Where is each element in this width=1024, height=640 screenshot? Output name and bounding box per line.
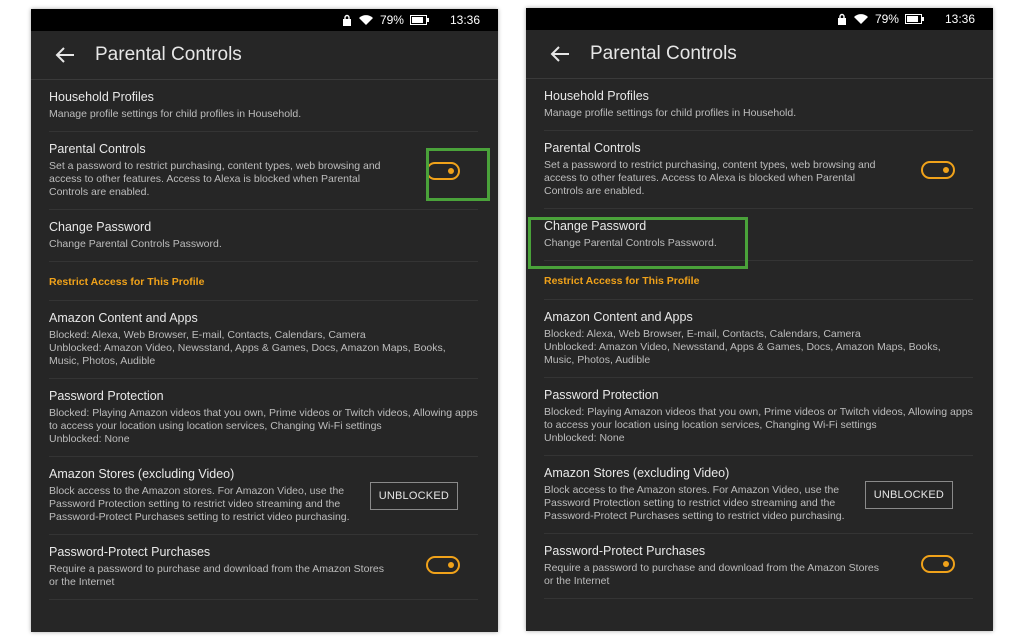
item-title: Change Password — [544, 219, 647, 233]
battery-icon — [409, 15, 430, 25]
screenshot-left: 79% 13:36 Parental Controls Household Pr… — [31, 9, 498, 632]
screenshot-right: 79% 13:36 Parental Controls Household Pr… — [526, 8, 993, 631]
item-title: Password-Protect Purchases — [49, 545, 211, 559]
battery-percent: 79% — [379, 13, 404, 27]
item-title: Amazon Stores (excluding Video) — [544, 466, 730, 480]
lock-icon — [837, 13, 847, 25]
item-desc: Change Parental Controls Password. — [49, 238, 222, 250]
change-password-item[interactable]: Change Password Change Parental Controls… — [544, 209, 973, 261]
item-desc: Require a password to purchase and downl… — [49, 563, 385, 588]
item-title: Amazon Content and Apps — [49, 311, 198, 325]
item-title: Password Protection — [49, 389, 164, 403]
password-protect-purchases-item[interactable]: Password-Protect Purchases Require a pas… — [544, 534, 973, 599]
battery-percent: 79% — [874, 12, 899, 26]
settings-list: Household Profiles Manage profile settin… — [31, 80, 498, 600]
wifi-icon — [853, 13, 869, 25]
lock-icon — [342, 14, 352, 26]
content-apps-item[interactable]: Amazon Content and Apps Blocked: Alexa, … — [544, 300, 973, 378]
item-title: Amazon Content and Apps — [544, 310, 693, 324]
back-arrow-icon[interactable] — [53, 43, 77, 67]
item-title: Parental Controls — [544, 141, 641, 155]
item-desc: Blocked: Alexa, Web Browser, E-mail, Con… — [49, 329, 446, 367]
clock: 13:36 — [944, 12, 975, 26]
item-desc: Blocked: Playing Amazon videos that you … — [49, 407, 478, 445]
password-protection-item[interactable]: Password Protection Blocked: Playing Ama… — [544, 378, 973, 456]
item-desc: Set a password to restrict purchasing, c… — [49, 160, 381, 198]
app-bar: Parental Controls — [31, 31, 498, 80]
back-arrow-icon[interactable] — [548, 42, 572, 66]
unblocked-button[interactable]: UNBLOCKED — [864, 480, 953, 509]
household-profiles-item[interactable]: Household Profiles Manage profile settin… — [544, 79, 973, 131]
parental-controls-toggle[interactable] — [921, 160, 955, 179]
item-title: Password Protection — [544, 388, 659, 402]
item-title: Household Profiles — [544, 89, 649, 103]
parental-controls-item[interactable]: Parental Controls Set a password to rest… — [544, 131, 973, 209]
status-bar: 79% 13:36 — [31, 9, 498, 31]
purchases-toggle[interactable] — [921, 555, 955, 573]
item-desc: Blocked: Playing Amazon videos that you … — [544, 406, 973, 444]
status-bar: 79% 13:36 — [526, 8, 993, 30]
purchases-toggle[interactable] — [426, 556, 460, 574]
parental-controls-item[interactable]: Parental Controls Set a password to rest… — [49, 132, 478, 210]
household-profiles-item[interactable]: Household Profiles Manage profile settin… — [49, 80, 478, 132]
section-header: Restrict Access for This Profile — [49, 262, 478, 301]
unblocked-button[interactable]: UNBLOCKED — [369, 481, 458, 510]
item-desc: Require a password to purchase and downl… — [544, 562, 880, 587]
item-title: Password-Protect Purchases — [544, 544, 706, 558]
section-header: Restrict Access for This Profile — [544, 261, 973, 300]
parental-controls-toggle[interactable] — [426, 161, 460, 180]
app-bar: Parental Controls — [526, 30, 993, 79]
amazon-stores-item[interactable]: Amazon Stores (excluding Video) Block ac… — [544, 456, 973, 534]
item-desc: Set a password to restrict purchasing, c… — [544, 159, 876, 197]
item-title: Parental Controls — [49, 142, 146, 156]
page-title: Parental Controls — [590, 43, 737, 64]
item-title: Amazon Stores (excluding Video) — [49, 467, 235, 481]
settings-list: Household Profiles Manage profile settin… — [526, 79, 993, 599]
item-desc: Change Parental Controls Password. — [544, 237, 717, 249]
item-desc: Manage profile settings for child profil… — [49, 108, 302, 120]
item-desc: Manage profile settings for child profil… — [544, 107, 797, 119]
battery-icon — [904, 14, 925, 24]
password-protection-item[interactable]: Password Protection Blocked: Playing Ama… — [49, 379, 478, 457]
password-protect-purchases-item[interactable]: Password-Protect Purchases Require a pas… — [49, 535, 478, 600]
content-apps-item[interactable]: Amazon Content and Apps Blocked: Alexa, … — [49, 301, 478, 379]
item-title: Household Profiles — [49, 90, 154, 104]
item-desc: Blocked: Alexa, Web Browser, E-mail, Con… — [544, 328, 941, 366]
clock: 13:36 — [449, 13, 480, 27]
amazon-stores-item[interactable]: Amazon Stores (excluding Video) Block ac… — [49, 457, 478, 535]
change-password-item[interactable]: Change Password Change Parental Controls… — [49, 210, 478, 262]
item-title: Change Password — [49, 220, 152, 234]
wifi-icon — [358, 14, 374, 26]
page-title: Parental Controls — [95, 44, 242, 65]
